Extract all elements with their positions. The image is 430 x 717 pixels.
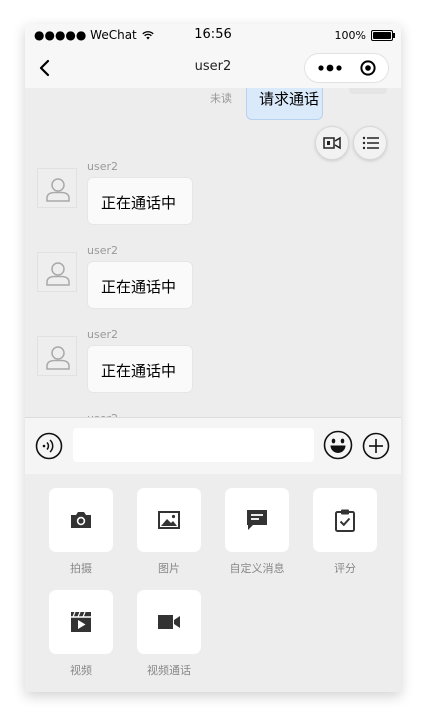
video-toggle-button[interactable]	[315, 126, 349, 160]
clipboard-check-icon	[335, 509, 355, 532]
sender-name: user2	[87, 244, 118, 257]
battery-icon	[371, 30, 395, 41]
battery-percent: 100%	[334, 29, 366, 42]
tool-tile[interactable]	[49, 590, 113, 654]
video-toggle-icon	[323, 136, 341, 150]
input-bar	[25, 417, 401, 474]
image-icon	[158, 511, 180, 529]
tool-label: 评分	[334, 562, 356, 575]
user-avatar-icon	[46, 346, 70, 370]
tool-tile[interactable]	[225, 488, 289, 552]
sender-name: user2	[87, 328, 118, 341]
received-message-bubble[interactable]: 正在通话中	[87, 261, 193, 309]
close-miniprogram-icon[interactable]	[360, 60, 376, 76]
tool-tile[interactable]	[313, 488, 377, 552]
read-status: 未读	[210, 92, 232, 105]
tool-tile[interactable]	[49, 488, 113, 552]
emoji-icon[interactable]	[323, 430, 353, 460]
tools-panel: 拍摄 图片 自定义消息 评分 视频 视频通话	[25, 474, 401, 692]
received-message-bubble[interactable]: 正在通话中	[87, 345, 193, 393]
battery-status: 100%	[334, 29, 395, 42]
tool-label: 拍摄	[70, 562, 92, 575]
received-message-bubble[interactable]: 正在通话中	[87, 177, 193, 225]
partial-message-stub	[349, 88, 387, 94]
sent-message-bubble[interactable]: 请求通话	[246, 88, 323, 120]
avatar[interactable]	[37, 168, 77, 208]
video-clip-icon	[71, 611, 91, 632]
list-menu-button[interactable]	[353, 126, 387, 160]
avatar[interactable]	[37, 252, 77, 292]
nav-bar: user2	[25, 48, 401, 88]
user-avatar-icon	[46, 178, 70, 202]
sender-name: user2	[87, 160, 118, 173]
message-icon	[247, 510, 267, 530]
status-bar: ●●●●● WeChat 16:56 100%	[25, 24, 401, 48]
tool-label: 图片	[158, 562, 180, 575]
tool-tile[interactable]	[137, 488, 201, 552]
camera-icon	[71, 512, 91, 528]
tool-label: 自定义消息	[229, 562, 285, 575]
message-input[interactable]	[73, 428, 314, 462]
miniprogram-capsule	[304, 53, 389, 83]
chat-area[interactable]: 未读 请求通话 user2 正在通话中 user2 正在通话中 user2 正在…	[25, 88, 401, 417]
plus-icon[interactable]	[362, 432, 390, 460]
list-icon	[362, 136, 379, 150]
tool-tile[interactable]	[137, 590, 201, 654]
voice-input-icon[interactable]	[35, 432, 63, 460]
avatar[interactable]	[37, 336, 77, 376]
user-avatar-icon	[46, 262, 70, 286]
tool-label: 视频	[70, 664, 92, 677]
video-camera-icon	[158, 615, 180, 629]
more-dots-icon[interactable]	[315, 61, 345, 75]
phone-frame: ●●●●● WeChat 16:56 100% user2 未读 请求通话 us…	[25, 24, 401, 692]
tool-label: 视频通话	[147, 664, 191, 677]
